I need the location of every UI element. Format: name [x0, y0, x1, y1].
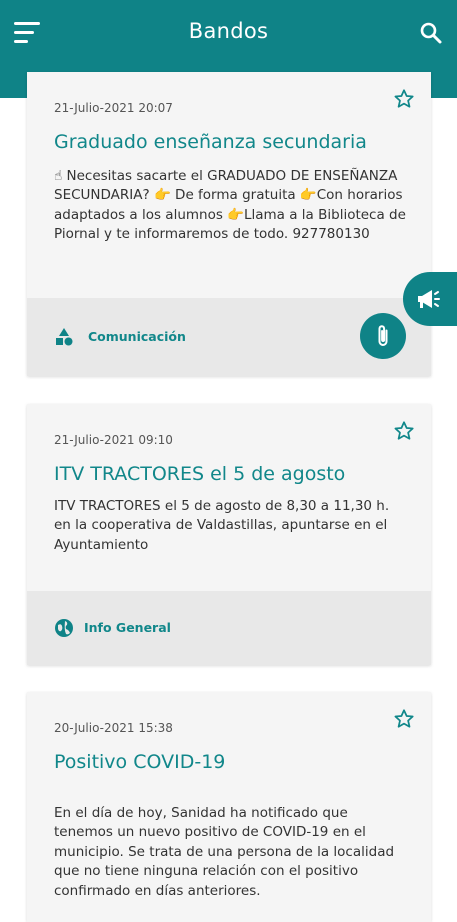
shapes-icon [54, 327, 74, 347]
post-body: ITV TRACTORES el 5 de agosto de 8,30 a 1… [54, 498, 390, 553]
paperclip-icon [378, 325, 388, 346]
attachment-button[interactable] [360, 313, 406, 359]
post-card[interactable]: 20-Julio-2021 15:38 Positivo COVID-19 En… [27, 692, 431, 922]
post-footer: Comunicación [27, 298, 431, 376]
post-title: Graduado enseñanza secundaria [54, 131, 367, 153]
announcement-button[interactable] [403, 272, 457, 326]
search-icon[interactable] [419, 21, 443, 45]
post-date: 21-Julio-2021 20:07 [54, 101, 173, 115]
post-date: 20-Julio-2021 15:38 [54, 721, 173, 735]
post-date: 21-Julio-2021 09:10 [54, 433, 173, 447]
post-body: ☝ Necesitas sacarte el GRADUADO DE ENSEÑ… [54, 168, 406, 243]
post-title: ITV TRACTORES el 5 de agosto [54, 463, 346, 485]
post-body: En el día de hoy, Sanidad ha notificado … [54, 805, 395, 899]
page-title: Bandos [188, 19, 269, 43]
star-icon[interactable] [393, 420, 415, 442]
category-label[interactable]: Comunicación [88, 329, 186, 344]
category-label[interactable]: Info General [84, 620, 171, 635]
post-card[interactable]: 21-Julio-2021 20:07 Graduado enseñanza s… [27, 72, 431, 376]
star-icon[interactable] [393, 88, 415, 110]
megaphone-icon [418, 290, 440, 308]
post-title: Positivo COVID-19 [54, 751, 226, 773]
star-icon[interactable] [393, 708, 415, 730]
post-card[interactable]: 21-Julio-2021 09:10 ITV TRACTORES el 5 d… [27, 404, 431, 665]
post-footer: Info General [27, 591, 431, 665]
globe-icon [54, 618, 74, 638]
